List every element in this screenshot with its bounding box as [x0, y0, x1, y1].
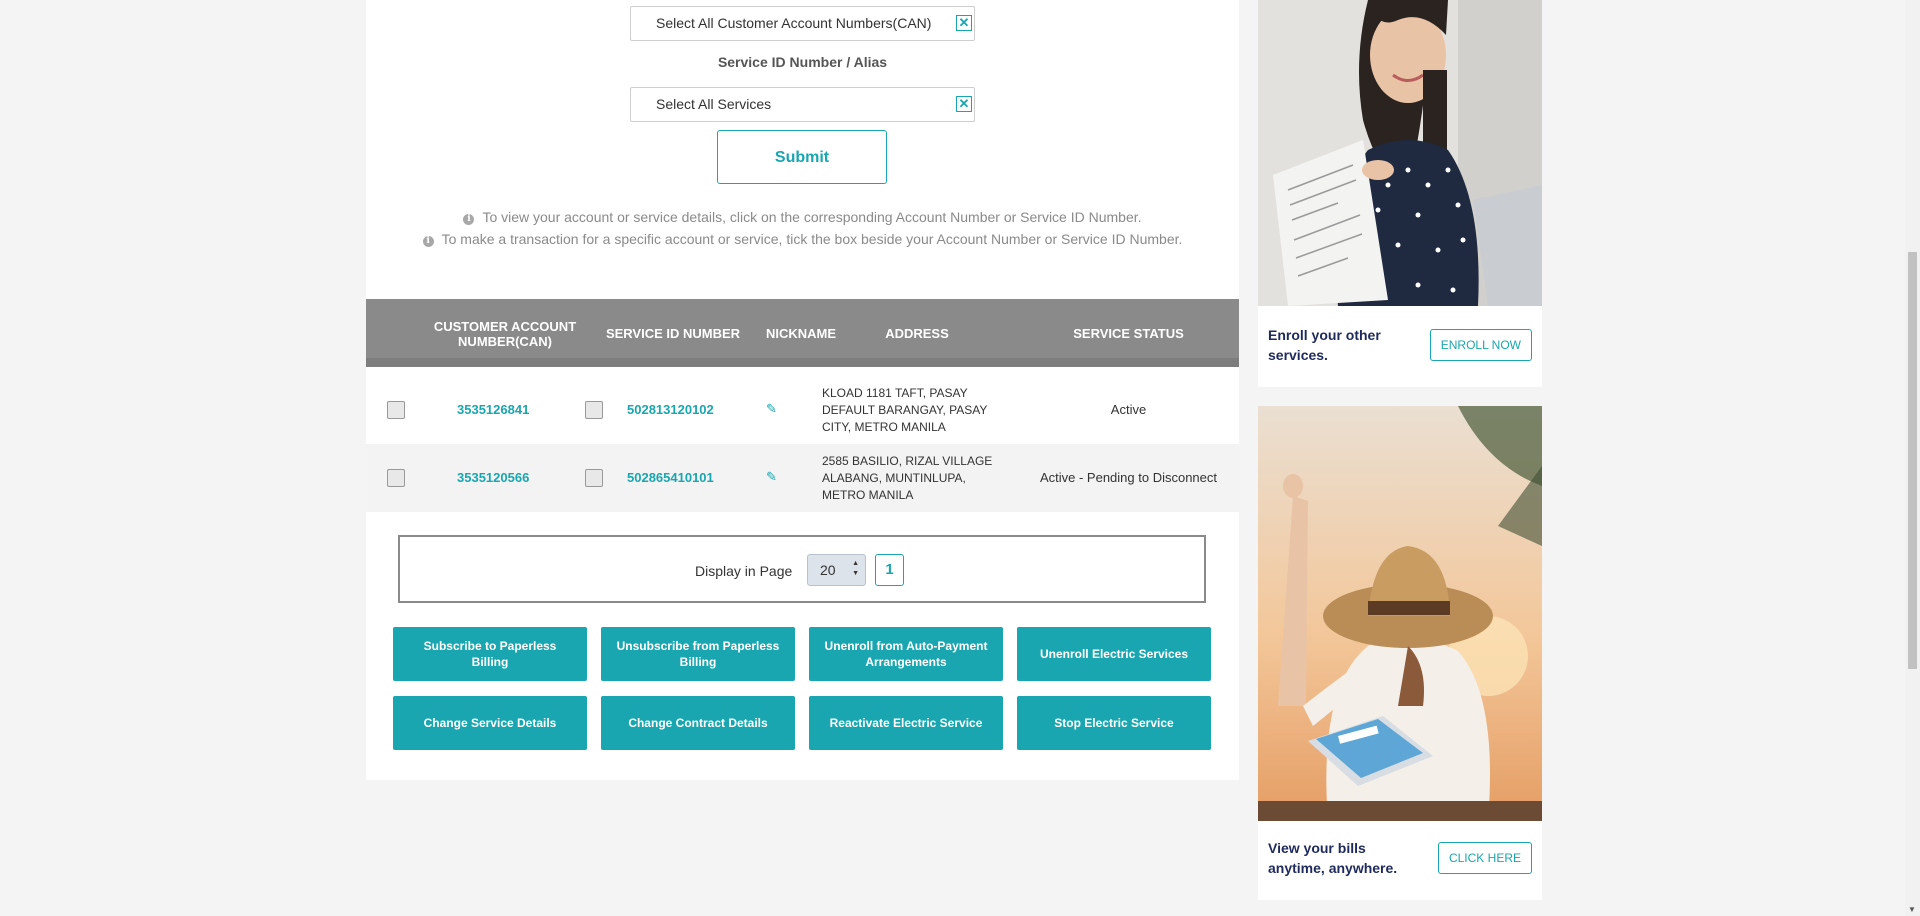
scroll-down-arrow-icon[interactable]: ▼	[1908, 905, 1916, 914]
enroll-now-button[interactable]: ENROLL NOW	[1429, 329, 1532, 361]
status-text: Active	[1110, 402, 1147, 417]
pencil-icon[interactable]: ✎	[766, 469, 777, 485]
info-circle-icon: i	[422, 236, 434, 247]
info-text-transaction: To make a transaction for a specific acc…	[441, 231, 1183, 247]
can-checkbox[interactable]	[387, 469, 405, 487]
can-link[interactable]: 3535120566	[457, 470, 529, 485]
change-service-button[interactable]: Change Service Details	[393, 696, 587, 750]
pencil-icon[interactable]: ✎	[766, 401, 777, 417]
header-address: ADDRESS	[885, 326, 949, 341]
scrollbar-thumb[interactable]	[1908, 252, 1917, 669]
page-scrollbar[interactable]: ▼	[1905, 0, 1920, 916]
header-status: SERVICE STATUS	[1073, 326, 1184, 341]
page-number-button[interactable]: 1	[875, 554, 904, 586]
display-in-page-label: Display in Page	[695, 563, 793, 579]
submit-button[interactable]: Submit	[717, 130, 887, 184]
clear-can-icon[interactable]: ✕	[956, 15, 972, 31]
can-select[interactable]: Select All Customer Account Numbers(CAN)…	[630, 6, 975, 41]
stepper-arrows-icon[interactable]: ▲ ▼	[852, 559, 859, 579]
address-text: KLOAD 1181 TAFT, PASAY DEFAULT BARANGAY,…	[822, 386, 988, 434]
subscribe-paperless-button[interactable]: Subscribe to Paperless Billing	[393, 627, 587, 681]
service-checkbox[interactable]	[585, 469, 603, 487]
view-bills-promo-card: View your bills anytime, anywhere. CLICK…	[1258, 406, 1542, 900]
enroll-promo-text: Enroll your other services.	[1268, 327, 1381, 363]
can-checkbox[interactable]	[387, 401, 405, 419]
unsubscribe-paperless-button[interactable]: Unsubscribe from Paperless Billing	[601, 627, 795, 681]
status-text: Active - Pending to Disconnect	[1039, 470, 1218, 485]
service-select-value: Select All Services	[656, 96, 772, 112]
service-id-link[interactable]: 502865410101	[627, 470, 714, 485]
page-size-stepper[interactable]: 20 ▲ ▼	[807, 554, 866, 586]
info-line-transaction: i To make a transaction for a specific ac…	[366, 231, 1239, 247]
info-text-view: To view your account or service details,…	[482, 209, 1142, 225]
service-id-label: Service ID Number / Alias	[717, 54, 888, 70]
can-select-value: Select All Customer Account Numbers(CAN)	[656, 15, 932, 31]
click-here-button[interactable]: CLICK HERE	[1437, 842, 1532, 874]
enroll-promo-card: Enroll your other services. ENROLL NOW	[1258, 0, 1542, 387]
can-link[interactable]: 3535126841	[457, 402, 529, 417]
unenroll-autopay-button[interactable]: Unenroll from Auto-Payment Arrangements	[809, 627, 1003, 681]
table-row: 3535120566 502865410101 ✎ 2585 BASILIO, …	[366, 444, 1239, 512]
header-can: CUSTOMER ACCOUNT NUMBER(CAN)	[433, 319, 577, 349]
table-header: CUSTOMER ACCOUNT NUMBER(CAN) SERVICE ID …	[366, 299, 1239, 367]
view-bills-promo-text: View your bills anytime, anywhere.	[1268, 840, 1398, 876]
reactivate-electric-button[interactable]: Reactivate Electric Service	[809, 696, 1003, 750]
change-contract-button[interactable]: Change Contract Details	[601, 696, 795, 750]
pagination-box: Display in Page 20 ▲ ▼ 1	[398, 535, 1206, 603]
clear-service-icon[interactable]: ✕	[956, 96, 972, 112]
service-checkbox[interactable]	[585, 401, 603, 419]
service-select[interactable]: Select All Services ✕	[630, 87, 975, 122]
address-text: 2585 BASILIO, RIZAL VILLAGE ALABANG, MUN…	[822, 454, 993, 502]
stop-electric-button[interactable]: Stop Electric Service	[1017, 696, 1211, 750]
service-id-link[interactable]: 502813120102	[627, 402, 714, 417]
info-line-view: i To view your account or service details…	[366, 209, 1239, 225]
info-circle-icon: i	[463, 214, 475, 225]
main-panel: Select All Customer Account Numbers(CAN)…	[366, 0, 1239, 780]
unenroll-electric-button[interactable]: Unenroll Electric Services	[1017, 627, 1211, 681]
header-service-id: SERVICE ID NUMBER	[605, 326, 741, 341]
woman-at-beach-photo	[1258, 406, 1542, 821]
woman-with-bill-photo	[1258, 0, 1542, 306]
table-row: 3535126841 502813120102 ✎ KLOAD 1181 TAF…	[366, 376, 1239, 444]
page-size-value: 20	[820, 562, 836, 578]
